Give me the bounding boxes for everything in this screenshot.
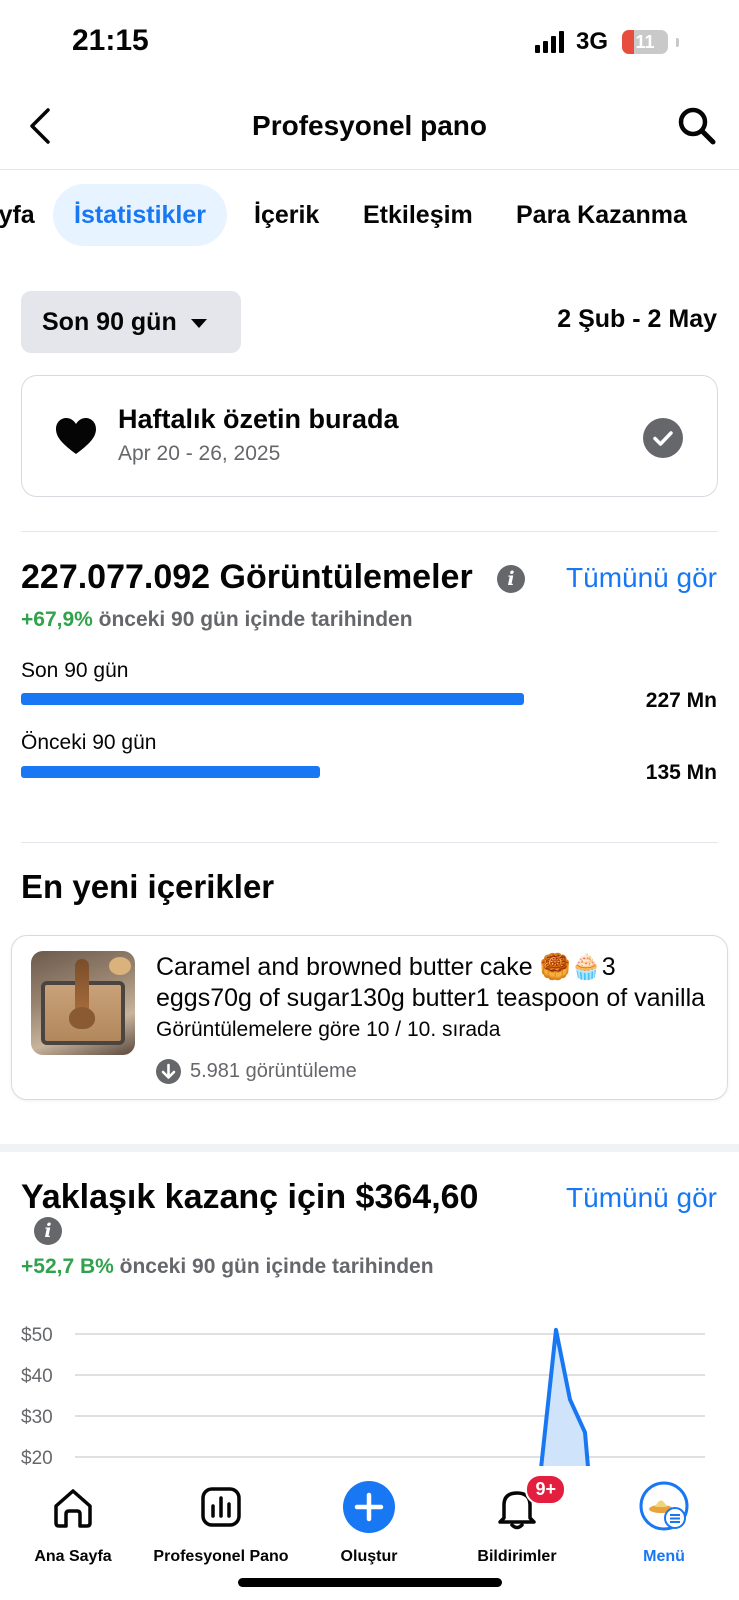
signal-icon	[534, 31, 564, 53]
bar-value-current: 227 Mn	[645, 689, 717, 712]
content-title: Caramel and browned butter cake 🥮🧁3 eggs…	[156, 953, 706, 1012]
nav-professional-dashboard[interactable]: Profesyonel Pano	[146, 1480, 296, 1566]
divider	[21, 842, 718, 843]
plus-icon	[342, 1480, 396, 1534]
section-separator	[0, 1144, 739, 1152]
nav-menu-label: Menü	[643, 1548, 685, 1565]
views-delta-text: önceki 90 gün içinde tarihinden	[98, 608, 413, 631]
newest-content-heading: En yeni içerikler	[21, 868, 275, 905]
home-icon	[46, 1480, 100, 1534]
earnings-chart: $50 $40 $30 $20	[0, 1310, 739, 1470]
nav-create[interactable]: Oluştur	[294, 1480, 444, 1566]
tab-sayfa[interactable]: Sayfa	[0, 184, 35, 246]
bar-value-previous: 135 Mn	[645, 761, 717, 784]
status-time: 21:15	[72, 24, 149, 57]
battery-icon: 11	[622, 30, 668, 54]
nav-menu[interactable]: Menü	[589, 1480, 739, 1566]
nav-home-label: Ana Sayfa	[34, 1548, 112, 1565]
chart-y-tick-label: $40	[21, 1366, 53, 1387]
views-delta-value: +67,9%	[21, 608, 93, 631]
nav-notifications[interactable]: 9+ Bildirimler	[442, 1474, 592, 1566]
caret-down-icon	[190, 318, 207, 328]
tab-para-kazanma[interactable]: Para Kazanma	[516, 184, 687, 246]
bar-previous-period	[21, 766, 320, 778]
weekly-summary-card[interactable]: Haftalık özetin burada Apr 20 - 26, 2025	[21, 375, 718, 497]
weekly-summary-title: Haftalık özetin burada	[118, 404, 399, 434]
search-icon	[678, 107, 716, 145]
status-bar: 21:15 3G 11	[0, 0, 739, 84]
views-total-title: 227.077.092 Görüntülemeler	[21, 558, 473, 596]
content-rank: Görüntülemelere göre 10 / 10. sırada	[156, 1018, 501, 1041]
dashboard-icon	[194, 1480, 248, 1534]
views-see-all-link[interactable]: Tümünü gör	[566, 562, 717, 594]
divider	[21, 531, 718, 532]
battery-cap	[676, 37, 679, 47]
earnings-delta-text: önceki 90 gün içinde tarihinden	[119, 1255, 434, 1278]
earnings-delta: +52,7 B% önceki 90 gün içinde tarihinden	[21, 1255, 434, 1279]
earnings-see-all-link[interactable]: Tümünü gör	[566, 1182, 717, 1214]
content-views-count: 5.981 görüntüleme	[190, 1060, 357, 1082]
nav-home[interactable]: Ana Sayfa	[0, 1480, 148, 1566]
bar-label-previous: Önceki 90 gün	[21, 731, 157, 754]
top-app-bar: Profesyonel pano	[0, 84, 739, 170]
tab-istatistikler[interactable]: İstatistikler	[53, 184, 228, 246]
earnings-chart-svg: $50$40$30$20	[21, 1325, 739, 1470]
nav-notifications-label: Bildirimler	[477, 1548, 557, 1565]
page-title: Profesyonel pano	[252, 110, 487, 141]
views-delta: +67,9% önceki 90 gün içinde tarihinden	[21, 608, 413, 632]
home-indicator	[238, 1578, 502, 1587]
check-icon	[643, 418, 683, 458]
chart-y-tick-label: $50	[21, 1325, 53, 1346]
earnings-title: Yaklaşık kazanç için $364,60	[21, 1178, 479, 1216]
content-thumbnail	[31, 951, 135, 1055]
info-icon[interactable]: i	[34, 1217, 62, 1245]
tab-etkilesim[interactable]: Etkileşim	[363, 184, 473, 246]
date-range-text: 2 Şub - 2 May	[557, 305, 717, 333]
content-card[interactable]: Caramel and browned butter cake 🥮🧁3 eggs…	[11, 935, 728, 1100]
date-range-dropdown[interactable]: Son 90 gün	[21, 291, 241, 353]
nav-dashboard-label: Profesyonel Pano	[153, 1548, 289, 1565]
status-indicators: 3G 11	[534, 28, 679, 56]
network-type: 3G	[575, 28, 608, 55]
dashboard-tabs: Sayfa İstatistikler İçerik Etkileşim Par…	[0, 184, 739, 248]
notification-badge: 9+	[525, 1474, 566, 1505]
nav-create-label: Oluştur	[340, 1548, 398, 1565]
info-icon[interactable]: i	[497, 565, 525, 593]
bar-current-period	[21, 693, 524, 705]
heart-icon	[56, 418, 96, 454]
battery-level: 11	[635, 31, 655, 52]
weekly-summary-dates: Apr 20 - 26, 2025	[118, 442, 281, 465]
arrow-down-icon	[156, 1059, 181, 1084]
earnings-delta-value: +52,7 B%	[21, 1255, 114, 1278]
tab-icerik[interactable]: İçerik	[254, 184, 319, 246]
profile-menu-icon	[637, 1480, 691, 1534]
chart-y-tick-label: $30	[21, 1407, 53, 1428]
bell-icon: 9+	[490, 1474, 566, 1534]
date-range-dropdown-label: Son 90 gün	[42, 307, 177, 336]
content-views: 5.981 görüntüleme	[156, 1059, 357, 1084]
bar-label-current: Son 90 gün	[21, 659, 129, 682]
search-button[interactable]	[673, 102, 721, 150]
